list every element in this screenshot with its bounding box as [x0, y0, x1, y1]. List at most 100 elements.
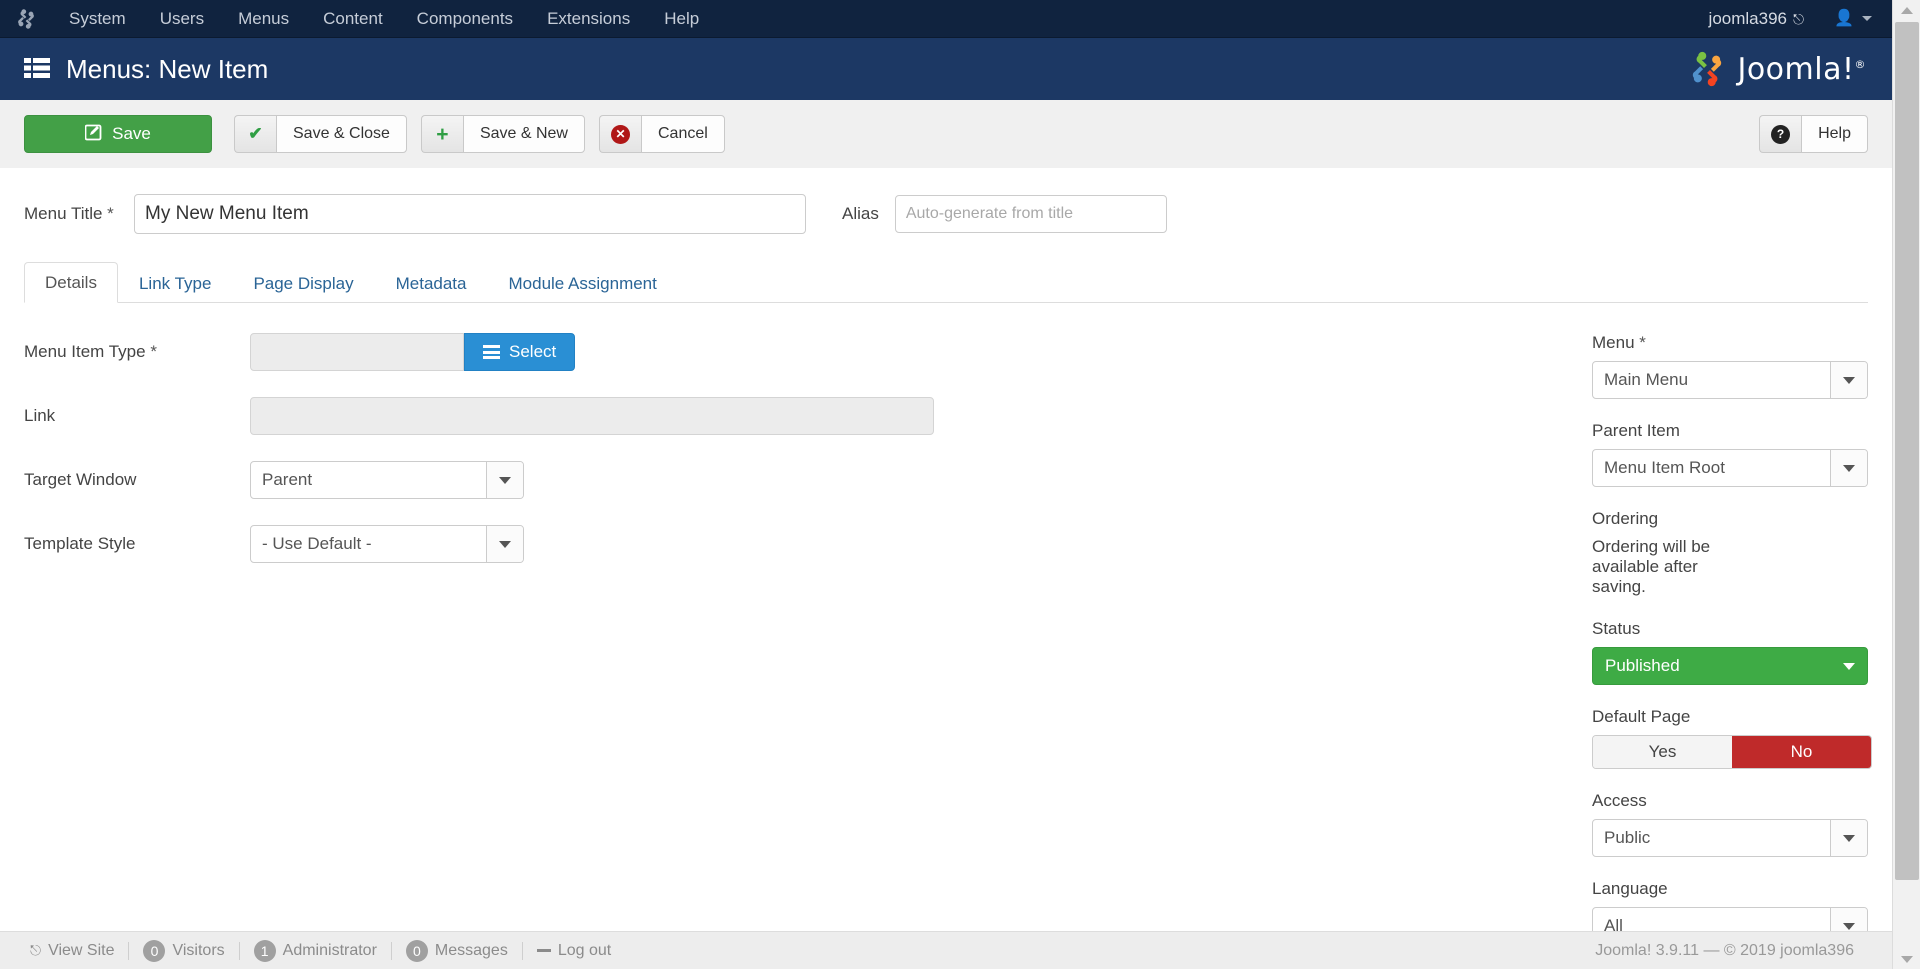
joomla-wordmark: Joomla!®: [1737, 51, 1866, 87]
menu-item-type-input[interactable]: [250, 333, 464, 371]
visitors-label: Visitors: [172, 941, 225, 959]
main-nav: System Users Menus Content Components Ex…: [52, 0, 716, 38]
administrator-label: Administrator: [282, 941, 377, 959]
menu-title-label-text: Menu Title: [24, 204, 103, 223]
alias-input[interactable]: [894, 195, 1167, 233]
cancel-button[interactable]: ✕ Cancel: [598, 115, 725, 153]
menu-select[interactable]: Main Menu: [1592, 361, 1868, 399]
save-close-button[interactable]: ✔ Save & Close: [234, 115, 407, 153]
status-bar: ⎋ View Site 0 Visitors 1 Administrator 0…: [0, 931, 1892, 969]
site-name-label: joomla396: [1708, 8, 1787, 28]
menu-group: Menu * Main Menu: [1592, 333, 1868, 399]
logout-label: Log out: [557, 941, 612, 959]
site-name-link[interactable]: joomla396 ⎋: [1697, 0, 1817, 38]
target-window-value: Parent: [262, 470, 313, 489]
nav-item-help[interactable]: Help: [647, 0, 716, 38]
menu-label-text: Menu: [1592, 333, 1635, 352]
scroll-up-arrow-icon[interactable]: [1893, 0, 1920, 20]
chevron-down-icon: [486, 526, 523, 562]
title-row: Menu Title * Alias: [24, 168, 1868, 234]
nav-item-content[interactable]: Content: [306, 0, 400, 38]
administrator-stat[interactable]: 1 Administrator: [240, 939, 391, 962]
menu-list-icon: [24, 56, 50, 82]
ordering-group: Ordering Ordering will be available afte…: [1592, 509, 1744, 597]
required-marker: *: [107, 204, 114, 223]
administrator-count-badge: 1: [253, 939, 276, 962]
access-select[interactable]: Public: [1592, 819, 1868, 857]
parent-item-select[interactable]: Menu Item Root: [1592, 449, 1868, 487]
access-label: Access: [1592, 791, 1647, 810]
default-page-toggle[interactable]: Yes No: [1592, 735, 1872, 769]
menu-title-label: Menu Title *: [24, 204, 134, 224]
nav-item-users[interactable]: Users: [143, 0, 221, 38]
save-button-label: Save: [112, 124, 151, 143]
messages-stat[interactable]: 0 Messages: [392, 939, 522, 962]
logout-link[interactable]: Log out: [523, 942, 625, 960]
link-input[interactable]: [250, 397, 934, 435]
access-value: Public: [1604, 828, 1651, 847]
nav-item-system[interactable]: System: [52, 0, 143, 38]
plus-icon: +: [420, 115, 463, 153]
check-icon: ✔: [234, 115, 276, 153]
scroll-down-arrow-icon[interactable]: [1893, 949, 1920, 969]
access-group: Access Public: [1592, 791, 1868, 857]
status-select[interactable]: Published: [1592, 647, 1868, 685]
list-grid-icon: [483, 345, 500, 359]
menu-title-input[interactable]: [134, 194, 806, 234]
default-page-label: Default Page: [1592, 707, 1691, 726]
default-page-group: Default Page Yes No: [1592, 707, 1872, 769]
tab-bar: Details Link Type Page Display Metadata …: [24, 262, 1868, 303]
template-style-select[interactable]: - Use Default -: [250, 525, 524, 563]
alias-label: Alias: [842, 204, 879, 223]
chevron-down-icon: [1862, 16, 1872, 21]
save-new-label: Save & New: [462, 115, 585, 153]
external-link-icon: ⎋: [30, 942, 42, 958]
question-circle-icon: ?: [1759, 115, 1802, 153]
visitors-stat[interactable]: 0 Visitors: [129, 939, 238, 962]
required-marker: *: [1639, 333, 1646, 352]
view-site-link[interactable]: ⎋ View Site: [16, 942, 128, 960]
tab-details[interactable]: Details: [24, 262, 118, 303]
menu-label: Menu *: [1592, 333, 1744, 353]
scrollbar-thumb[interactable]: [1895, 22, 1919, 880]
help-label: Help: [1801, 115, 1868, 153]
default-page-no-button[interactable]: No: [1732, 736, 1871, 768]
nav-item-menus[interactable]: Menus: [221, 0, 306, 38]
menu-item-type-select-button[interactable]: Select: [464, 333, 576, 371]
template-style-label: Template Style: [24, 534, 136, 553]
nav-item-extensions[interactable]: Extensions: [530, 0, 647, 38]
required-marker: *: [150, 342, 157, 361]
cancel-label: Cancel: [640, 115, 725, 153]
chevron-down-icon: [486, 462, 523, 498]
parent-item-group: Parent Item Menu Item Root: [1592, 421, 1868, 487]
page-scrollbar[interactable]: [1892, 0, 1920, 969]
user-menu-button[interactable]: 👤: [1816, 0, 1886, 38]
view-site-label: View Site: [48, 941, 115, 959]
target-window-label: Target Window: [24, 470, 137, 489]
tab-metadata[interactable]: Metadata: [375, 263, 488, 303]
page-header: Menus: New Item Joomla!®: [0, 38, 1892, 100]
help-button[interactable]: ? Help: [1759, 115, 1868, 153]
target-window-select[interactable]: Parent: [250, 461, 524, 499]
save-button[interactable]: Save: [24, 115, 212, 153]
page-title: Menus: New Item: [66, 53, 269, 84]
tab-module-assignment[interactable]: Module Assignment: [488, 263, 678, 303]
menu-item-type-label: Menu Item Type *: [24, 342, 250, 362]
nav-item-components[interactable]: Components: [400, 0, 530, 38]
toolbar: Save ✔ Save & Close + Save & New ✕ Cance…: [0, 100, 1892, 168]
tab-link-type[interactable]: Link Type: [118, 263, 232, 303]
joomla-logo-icon[interactable]: [0, 0, 52, 38]
messages-count-badge: 0: [405, 939, 428, 962]
parent-item-label: Parent Item: [1592, 421, 1680, 440]
tab-page-display[interactable]: Page Display: [232, 263, 374, 303]
messages-label: Messages: [434, 941, 508, 959]
user-icon: 👤: [1834, 9, 1854, 27]
default-page-yes-button[interactable]: Yes: [1593, 736, 1732, 768]
language-label: Language: [1592, 879, 1668, 898]
chevron-down-icon: [1830, 450, 1867, 486]
link-row: Link: [24, 397, 1424, 435]
toolbar-right: ? Help: [1759, 115, 1868, 153]
template-style-value: - Use Default -: [262, 534, 372, 553]
save-new-button[interactable]: + Save & New: [420, 115, 585, 153]
menu-item-type-label-text: Menu Item Type: [24, 342, 146, 361]
